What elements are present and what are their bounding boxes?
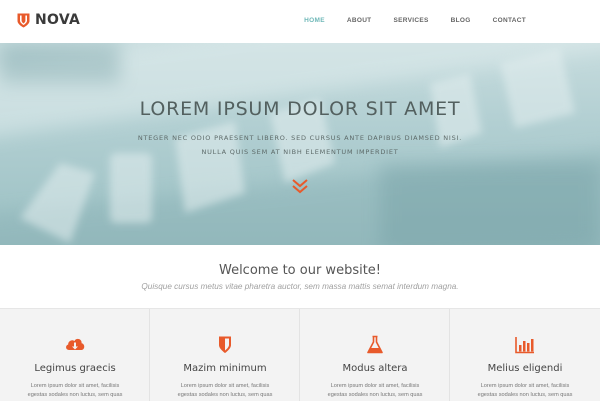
feature-text-line: egestas sodales non luctus, sem quas (477, 392, 573, 398)
feature-card: Mazim minimum Lorem ipsum dolor sit amet… (150, 309, 300, 401)
brand-name: NOVA (35, 12, 81, 28)
feature-title: Melius eligendi (487, 363, 563, 374)
flask-icon (367, 335, 383, 354)
feature-text-line: Lorem ipsum dolor sit amet, facilisis (180, 383, 270, 389)
cloud-download-icon (66, 338, 85, 350)
features-section: Legimus graecis Lorem ipsum dolor sit am… (0, 308, 600, 401)
hero-banner: LOREM IPSUM DOLOR SIT AMET NTEGER NEC OD… (0, 43, 600, 245)
feature-text: Lorem ipsum dolor sit amet, facilisis eg… (300, 382, 450, 400)
feature-title: Mazim minimum (183, 363, 267, 374)
feature-text-line: Lorem ipsum dolor sit amet, facilisis (480, 383, 570, 389)
shield-icon (219, 336, 231, 353)
hero-title: LOREM IPSUM DOLOR SIT AMET (139, 98, 461, 120)
feature-text: Lorem ipsum dolor sit amet, facilisis eg… (450, 382, 600, 400)
nav-item-contact[interactable]: CONTACT (493, 17, 526, 24)
nav-item-services[interactable]: SERVICES (393, 17, 428, 24)
welcome-title: Welcome to our website! (218, 263, 382, 278)
shield-logo-icon (17, 13, 30, 28)
feature-title: Modus altera (342, 363, 408, 374)
welcome-subtitle: Quisque cursus metus vitae pharetra auct… (141, 282, 459, 291)
feature-card: Melius eligendi Lorem ipsum dolor sit am… (450, 309, 600, 401)
feature-title: Legimus graecis (34, 363, 116, 374)
feature-card: Legimus graecis Lorem ipsum dolor sit am… (0, 309, 150, 401)
nav-item-blog[interactable]: BLOG (451, 17, 471, 24)
nav-item-about[interactable]: ABOUT (347, 17, 372, 24)
nav-item-home[interactable]: HOME (304, 17, 325, 24)
main-nav: HOME ABOUT SERVICES BLOG CONTACT (304, 17, 526, 24)
bar-chart-icon (515, 337, 534, 354)
feature-text-line: Lorem ipsum dolor sit amet, facilisis (30, 383, 120, 389)
feature-text-line: egestas sodales non luctus, sem quas (327, 392, 423, 398)
chevron-double-down-icon[interactable] (291, 178, 309, 194)
feature-text: Lorem ipsum dolor sit amet, facilisis eg… (0, 382, 150, 400)
feature-text-line: egestas sodales non luctus, sem quas (177, 392, 273, 398)
feature-card: Modus altera Lorem ipsum dolor sit amet,… (300, 309, 450, 401)
hero-background-image (0, 43, 600, 245)
feature-text-line: Lorem ipsum dolor sit amet, facilisis (330, 383, 420, 389)
hero-subtitle-line-2: NULLA QUIS SEM AT NIBH ELEMENTUM IMPERDI… (201, 148, 399, 156)
feature-text: Lorem ipsum dolor sit amet, facilisis eg… (150, 382, 300, 400)
feature-text-line: egestas sodales non luctus, sem quas (27, 392, 123, 398)
hero-subtitle-line-1: NTEGER NEC ODIO PRAESENT LIBERO. SED CUR… (137, 134, 463, 142)
logo[interactable]: NOVA (17, 13, 80, 28)
site-header: NOVA HOME ABOUT SERVICES BLOG CONTACT (0, 0, 600, 43)
